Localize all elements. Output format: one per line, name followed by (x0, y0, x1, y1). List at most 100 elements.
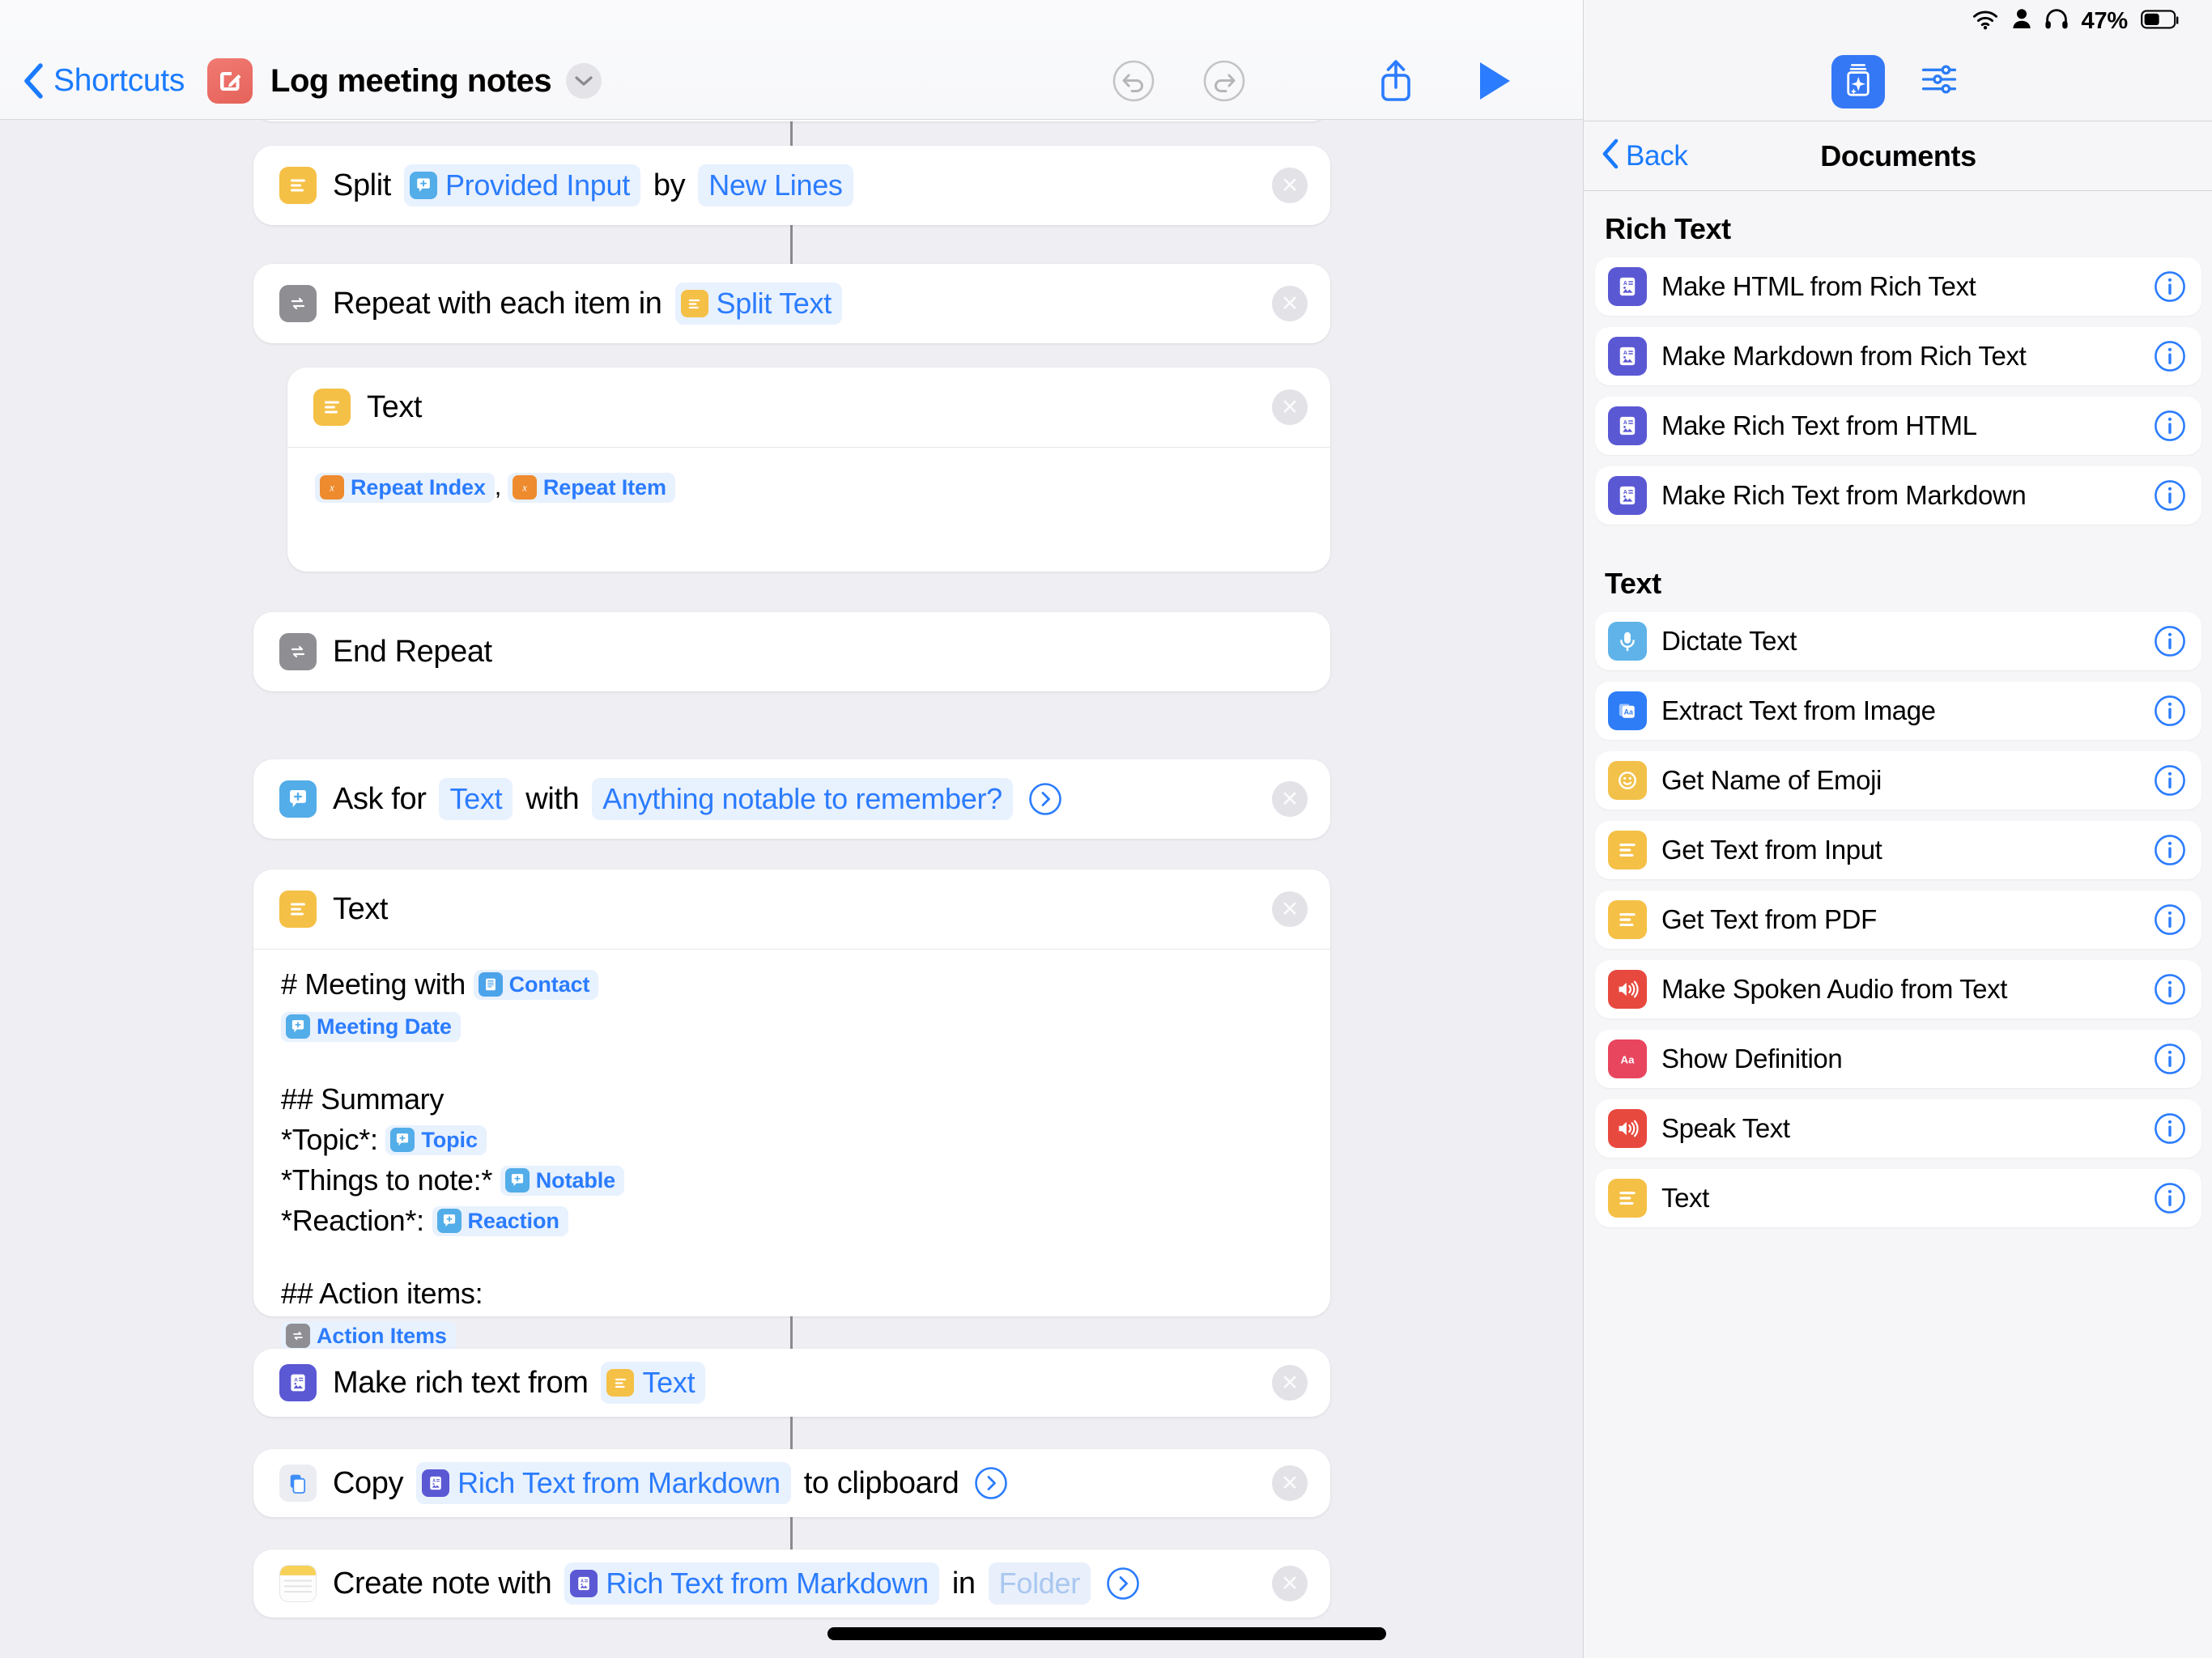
token-provided-input[interactable]: Provided Input (404, 164, 640, 206)
disclosure-chevron-icon[interactable] (1105, 1566, 1141, 1601)
play-icon[interactable] (1470, 56, 1520, 106)
library-item-extract-text-from-image[interactable]: Aa Extract Text from Image (1595, 682, 2201, 740)
token-action-items[interactable]: Action Items (281, 1321, 456, 1351)
section-header-rich-text: Rich Text (1584, 191, 2212, 257)
battery-percent-label: 47% (2082, 8, 2128, 35)
action-card-repeat[interactable]: Repeat with each item in Split Text ✕ (253, 264, 1330, 343)
token-notable[interactable]: Notable (500, 1166, 624, 1196)
info-circle-icon[interactable] (2153, 624, 2187, 658)
token-ask-prompt[interactable]: Anything notable to remember? (592, 778, 1013, 820)
disclosure-chevron-icon[interactable] (1027, 781, 1063, 817)
info-circle-icon[interactable] (2153, 903, 2187, 937)
remove-action-button[interactable]: ✕ (1272, 781, 1308, 817)
info-circle-icon[interactable] (2153, 694, 2187, 728)
token-reaction[interactable]: Reaction (432, 1206, 568, 1236)
info-circle-icon[interactable] (2153, 478, 2187, 512)
repeat-icon (279, 633, 317, 670)
rich-text-icon: A (279, 1364, 317, 1401)
info-circle-icon[interactable] (2153, 270, 2187, 304)
library-item-get-text-from-input[interactable]: Get Text from Input (1595, 821, 2201, 879)
action-library-tab[interactable] (1831, 55, 1885, 108)
token-label: Contact (509, 972, 590, 997)
back-to-shortcuts-link[interactable]: Shortcuts (53, 63, 185, 99)
redo-icon[interactable] (1199, 56, 1249, 106)
action-card-partial[interactable] (253, 120, 1330, 121)
library-list[interactable]: Rich Text A Make HTML from Rich Text A M… (1584, 191, 2212, 1658)
library-item-text[interactable]: Text (1595, 1169, 2201, 1227)
info-circle-icon[interactable] (2153, 409, 2187, 443)
library-item-make-markdown-from-rich-text[interactable]: A Make Markdown from Rich Text (1595, 327, 2201, 385)
undo-icon[interactable] (1108, 56, 1159, 106)
template-text: *Things to note:* (281, 1163, 500, 1197)
text-template-body[interactable]: # Meeting with Contact (253, 949, 1330, 1379)
remove-action-button[interactable]: ✕ (1272, 1465, 1308, 1501)
library-item-label: Text (1661, 1183, 2153, 1214)
action-card-copy-clipboard[interactable]: Copy A Rich Text from Markdown to clipbo… (253, 1449, 1330, 1517)
remove-action-button[interactable]: ✕ (1272, 891, 1308, 927)
info-circle-icon[interactable] (2153, 1042, 2187, 1076)
info-circle-icon[interactable] (2153, 1112, 2187, 1146)
disclosure-chevron-icon[interactable] (973, 1465, 1009, 1501)
library-item-make-rich-text-from-html[interactable]: A Make Rich Text from HTML (1595, 397, 2201, 455)
svg-text:A: A (1623, 420, 1627, 426)
token-text-var[interactable]: Text (601, 1362, 705, 1404)
info-circle-icon[interactable] (2153, 833, 2187, 867)
token-rich-text-markdown[interactable]: A Rich Text from Markdown (416, 1462, 791, 1504)
remove-action-button[interactable]: ✕ (1272, 389, 1308, 425)
library-item-speak-text[interactable]: Speak Text (1595, 1099, 2201, 1158)
page-title: Log meeting notes (270, 63, 551, 100)
action-card-split[interactable]: Split Provided Input by New Lines ✕ (253, 146, 1330, 225)
share-icon[interactable] (1371, 56, 1421, 106)
library-back-button[interactable]: Back (1602, 138, 1688, 173)
info-circle-icon[interactable] (2153, 763, 2187, 797)
token-label: Split Text (717, 287, 832, 321)
library-item-label: Make Markdown from Rich Text (1661, 341, 2153, 372)
chevron-down-icon[interactable] (566, 63, 602, 99)
token-new-lines[interactable]: New Lines (698, 164, 853, 206)
token-topic[interactable]: Topic (385, 1125, 487, 1155)
template-line: *Topic*: Topic (281, 1121, 1303, 1158)
text-action-body[interactable]: x Repeat Index , x Repeat Item (287, 447, 1330, 530)
token-contact[interactable]: Contact (474, 970, 599, 1000)
remove-action-button[interactable]: ✕ (1272, 286, 1308, 321)
token-repeat-item[interactable]: x Repeat Item (508, 473, 675, 503)
action-card-make-rich-text[interactable]: A Make rich text from Text ✕ (253, 1349, 1330, 1417)
workflow-canvas[interactable]: Split Provided Input by New Lines ✕ (0, 120, 1583, 1658)
library-item-dictate-text[interactable]: Dictate Text (1595, 612, 2201, 670)
remove-action-button[interactable]: ✕ (1272, 168, 1308, 203)
token-rich-text-markdown[interactable]: A Rich Text from Markdown (564, 1562, 939, 1605)
token-label: Text (449, 782, 502, 816)
svg-text:A: A (432, 1479, 436, 1484)
shortcut-details-tab[interactable] (1912, 55, 1966, 108)
info-circle-icon[interactable] (2153, 972, 2187, 1006)
info-circle-icon[interactable] (2153, 339, 2187, 373)
home-indicator[interactable] (827, 1627, 1386, 1640)
library-item-show-definition[interactable]: Aa Show Definition (1595, 1030, 2201, 1088)
token-repeat-index[interactable]: x Repeat Index (315, 473, 495, 503)
library-item-make-rich-text-from-markdown[interactable]: A Make Rich Text from Markdown (1595, 466, 2201, 525)
library-item-make-spoken-audio-from-text[interactable]: Make Spoken Audio from Text (1595, 960, 2201, 1018)
svg-text:Aa: Aa (1624, 708, 1633, 716)
library-back-label: Back (1626, 140, 1688, 172)
template-text: ## Action items: (281, 1277, 483, 1311)
action-card-text-repeat-body[interactable]: Text ✕ x Repeat Index , (287, 368, 1330, 572)
library-item-get-text-from-pdf[interactable]: Get Text from PDF (1595, 891, 2201, 949)
action-card-ask-for-text[interactable]: Ask for Text with Anything notable to re… (253, 759, 1330, 839)
token-ask-type[interactable]: Text (439, 778, 513, 820)
section-header-text: Text (1584, 536, 2212, 612)
remove-action-button[interactable]: ✕ (1272, 1566, 1308, 1601)
action-card-create-note[interactable]: Create note with A Rich Text from Markdo… (253, 1550, 1330, 1618)
action-card-text-template[interactable]: Text ✕ # Meeting with Contact (253, 869, 1330, 1316)
ask-input-icon (505, 1168, 530, 1192)
action-card-end-repeat[interactable]: End Repeat (253, 612, 1330, 691)
token-split-text[interactable]: Split Text (675, 283, 842, 325)
info-circle-icon[interactable] (2153, 1181, 2187, 1215)
token-meeting-date[interactable]: Meeting Date (281, 1012, 461, 1042)
remove-action-button[interactable]: ✕ (1272, 1365, 1308, 1401)
action-verb: Text (333, 892, 388, 927)
back-chevron-icon[interactable] (19, 62, 47, 100)
text-action-icon (1608, 1179, 1647, 1218)
library-item-get-name-of-emoji[interactable]: Get Name of Emoji (1595, 751, 2201, 810)
token-folder-placeholder[interactable]: Folder (989, 1562, 1091, 1605)
library-item-make-html-from-rich-text[interactable]: A Make HTML from Rich Text (1595, 257, 2201, 316)
